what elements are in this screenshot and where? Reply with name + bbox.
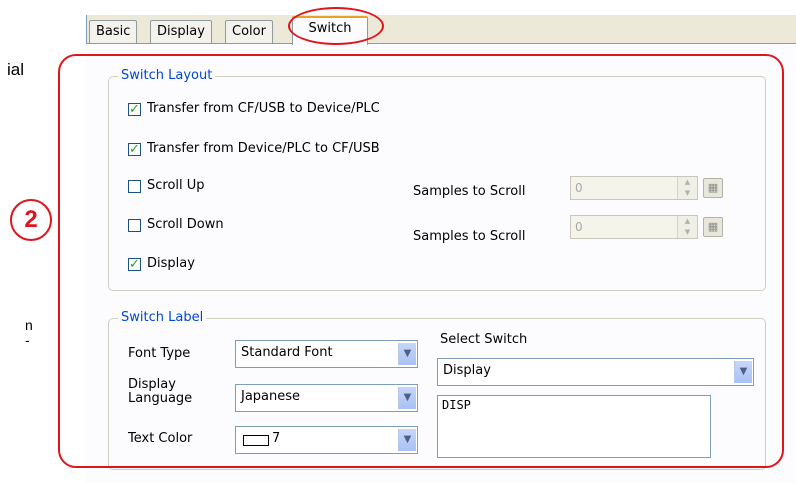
chevron-down-icon[interactable]: ▼ (734, 361, 752, 383)
select-switch-select[interactable]: Display ▼ (437, 358, 754, 386)
checkbox-box (128, 180, 141, 193)
select-value: Standard Font (241, 345, 333, 360)
display-language-label: Display Language (128, 378, 192, 406)
checkbox-label: Transfer from Device/PLC to CF/USB (147, 141, 380, 156)
text-color-label: Text Color (128, 431, 193, 446)
scroll-up-samples-input[interactable]: 0 ▲ ▼ (570, 176, 698, 200)
checkmark-icon: ✓ (129, 102, 140, 117)
font-type-select[interactable]: Standard Font ▼ (235, 340, 418, 368)
color-swatch (243, 435, 269, 446)
text-fragment-3: - (25, 332, 30, 348)
display-language-select[interactable]: Japanese ▼ (235, 384, 418, 412)
text-color-select[interactable]: 7 ▼ (235, 426, 418, 454)
chevron-down-icon[interactable]: ▼ (398, 429, 416, 451)
checkbox-box: ✓ (128, 258, 141, 271)
scroll-down-samples-label: Samples to Scroll (413, 229, 526, 244)
scroll-up-samples-label: Samples to Scroll (413, 184, 526, 199)
switch-tab-highlight (288, 7, 384, 45)
spin-down-icon[interactable]: ▼ (677, 227, 697, 238)
switch-label-legend: Switch Label (118, 310, 207, 325)
tabstrip-divider (86, 43, 796, 44)
checkbox-box (128, 219, 141, 232)
text-fragment-1: ial (7, 60, 25, 79)
chevron-down-icon[interactable]: ▼ (398, 343, 416, 365)
checkbox-label: Scroll Down (147, 217, 224, 232)
spin-down-icon[interactable]: ▼ (677, 188, 697, 199)
spin-up-icon[interactable]: ▲ (677, 177, 697, 188)
spin-up-icon[interactable]: ▲ (677, 216, 697, 227)
keypad-icon[interactable]: ▦ (703, 178, 723, 198)
tab-label: Display (157, 24, 205, 39)
checkbox-label: Display (147, 256, 195, 271)
checkbox-box: ✓ (128, 103, 141, 116)
tab-label: Color (232, 24, 266, 39)
keypad-icon[interactable]: ▦ (703, 217, 723, 237)
switch-text-area[interactable]: DISP (437, 395, 711, 458)
select-value: Japanese (241, 389, 301, 404)
input-value: 0 (575, 181, 583, 195)
checkbox-label: Transfer from CF/USB to Device/PLC (147, 101, 380, 116)
checkbox-box: ✓ (128, 143, 141, 156)
callout-number: 2 (10, 199, 52, 241)
tab-basic[interactable]: Basic (89, 20, 138, 43)
checkbox-label: Scroll Up (147, 178, 205, 193)
label-line: Language (128, 391, 193, 406)
label-line: Display (128, 377, 176, 392)
text-fragment-2: n (25, 317, 33, 333)
select-switch-label: Select Switch (440, 332, 528, 347)
chevron-down-icon[interactable]: ▼ (398, 387, 416, 409)
font-type-label: Font Type (128, 346, 191, 361)
tab-color[interactable]: Color (225, 20, 273, 43)
checkmark-icon: ✓ (129, 257, 140, 272)
select-value: 7 (272, 431, 281, 446)
input-value: 0 (575, 220, 583, 234)
tab-label: Basic (96, 24, 131, 39)
scroll-down-samples-input[interactable]: 0 ▲ ▼ (570, 215, 698, 239)
tab-display[interactable]: Display (150, 20, 212, 43)
switch-layout-legend: Switch Layout (118, 68, 216, 83)
select-value: Display (443, 363, 491, 378)
checkmark-icon: ✓ (129, 142, 140, 157)
